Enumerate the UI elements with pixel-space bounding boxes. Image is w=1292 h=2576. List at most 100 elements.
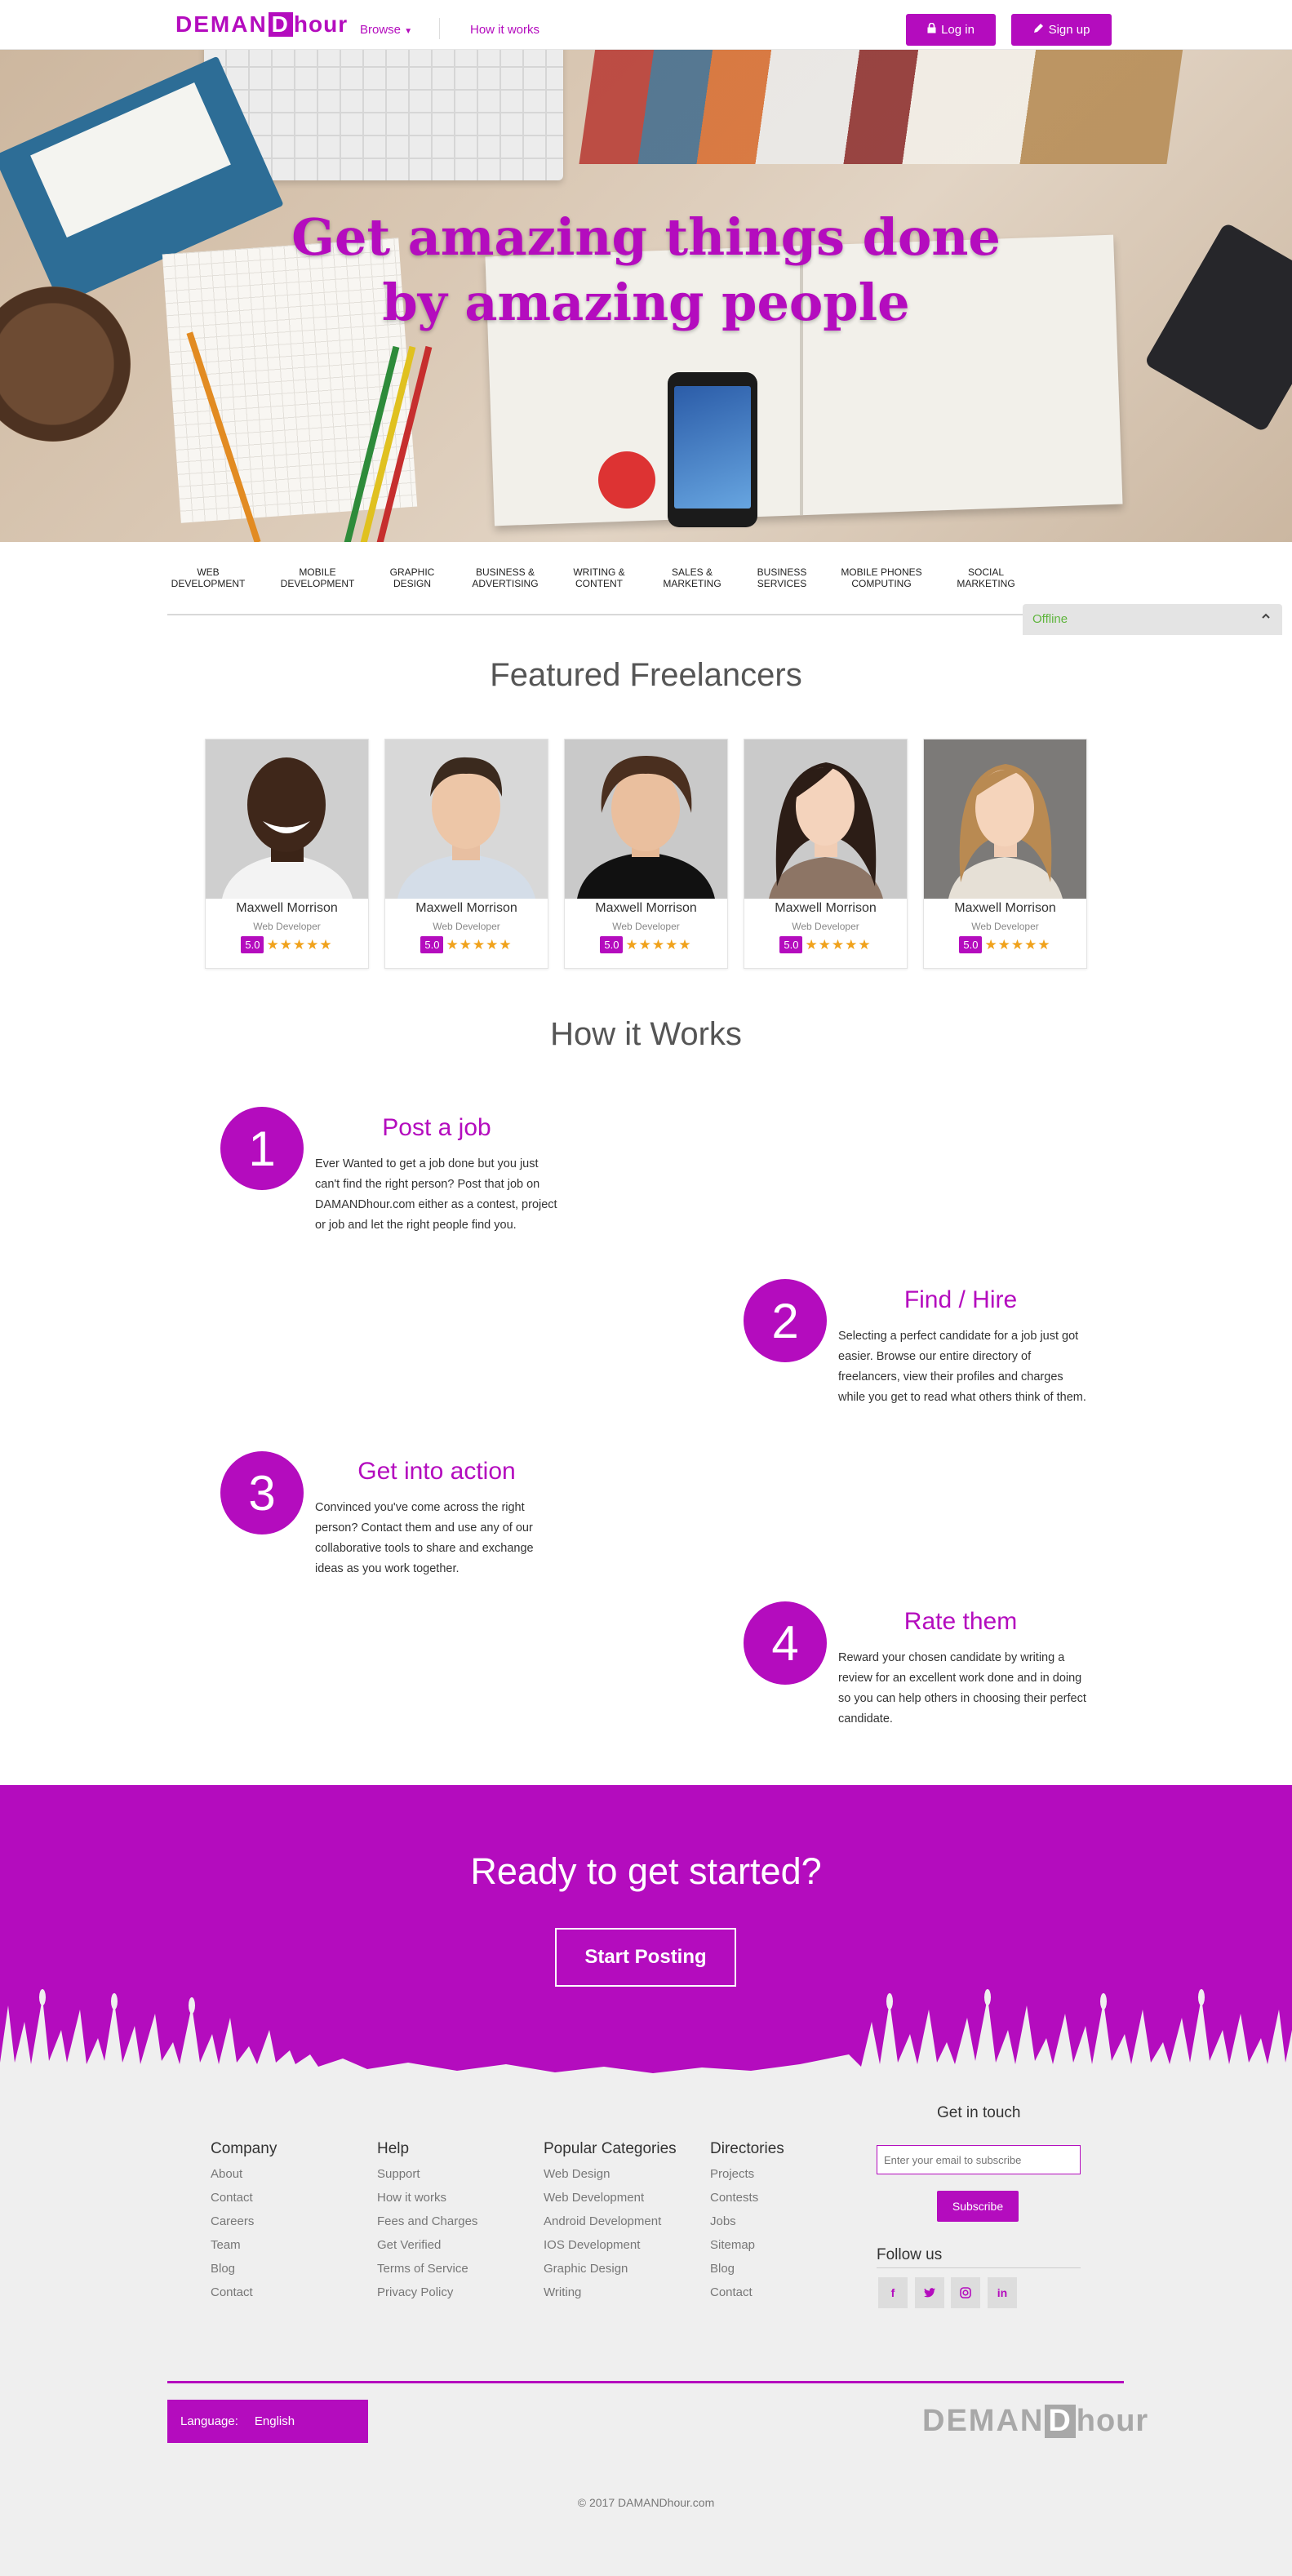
freelancer-photo bbox=[206, 739, 368, 899]
footer-link[interactable]: Careers bbox=[211, 2214, 254, 2228]
how-it-works-link[interactable]: How it works bbox=[470, 23, 539, 37]
star-rating-icon: ★★★★★ bbox=[984, 936, 1051, 953]
footer-logo[interactable]: DEMAN Dhour bbox=[922, 2404, 1148, 2439]
rating-badge: 5.0 bbox=[420, 936, 444, 953]
freelancer-photo bbox=[924, 739, 1086, 899]
rating-badge: 5.0 bbox=[779, 936, 803, 953]
footer-link[interactable]: Contests bbox=[710, 2191, 758, 2205]
footer-link[interactable]: Web Design bbox=[544, 2167, 610, 2181]
freelancer-card[interactable]: Maxwell Morrison Web Developer 5.0 ★★★★★ bbox=[205, 739, 369, 969]
footer-link[interactable]: Blog bbox=[211, 2262, 235, 2276]
footer-link[interactable]: Projects bbox=[710, 2167, 754, 2181]
step-description: Convinced you've come across the right p… bbox=[315, 1501, 534, 1575]
footer-link[interactable]: Contact bbox=[211, 2191, 253, 2205]
language-value: English bbox=[254, 2414, 295, 2428]
step-title: Rate them bbox=[904, 1608, 1018, 1635]
star-rating-icon: ★★★★★ bbox=[446, 936, 513, 953]
footer-link[interactable]: Contact bbox=[710, 2285, 753, 2299]
freelancer-card[interactable]: Maxwell Morrison Web Developer 5.0 ★★★★★ bbox=[564, 739, 728, 969]
pencil-icon bbox=[1033, 23, 1044, 37]
footer-column-title: Popular Categories bbox=[544, 2140, 677, 2157]
rating: 5.0 ★★★★★ bbox=[565, 936, 727, 953]
footer-link[interactable]: Android Development bbox=[544, 2214, 661, 2228]
category-writing-content[interactable]: WRITING & CONTENT bbox=[554, 566, 644, 589]
footer-link[interactable]: Graphic Design bbox=[544, 2262, 628, 2276]
footer-link[interactable]: Terms of Service bbox=[377, 2262, 468, 2276]
lock-icon bbox=[927, 22, 936, 37]
rating: 5.0 ★★★★★ bbox=[385, 936, 548, 953]
category-social-marketing[interactable]: SOCIAL MARKETING bbox=[941, 566, 1031, 589]
category-nav: WEB DEVELOPMENT MOBILE DEVELOPMENT GRAPHIC… bbox=[167, 542, 1124, 615]
hero-headline: Get amazing things done by amazing peopl… bbox=[291, 207, 1001, 332]
freelancer-card[interactable]: Maxwell Morrison Web Developer 5.0 ★★★★★ bbox=[923, 739, 1087, 969]
chat-status: Offline bbox=[1032, 612, 1068, 626]
step-description: Selecting a perfect candidate for a job … bbox=[838, 1330, 1086, 1404]
facebook-icon[interactable]: f bbox=[878, 2277, 908, 2308]
footer-link[interactable]: IOS Development bbox=[544, 2238, 640, 2252]
category-mobile-phones-computing[interactable]: MOBILE PHONES COMPUTING bbox=[837, 566, 926, 589]
footer-divider bbox=[167, 2381, 1124, 2383]
follow-us-heading: Follow us bbox=[877, 2246, 943, 2263]
step-number-badge: 1 bbox=[220, 1107, 304, 1190]
linkedin-icon[interactable]: in bbox=[988, 2277, 1017, 2308]
footer-column-title: Directories bbox=[710, 2140, 784, 2157]
footer-link[interactable]: How it works bbox=[377, 2191, 446, 2205]
footer-link[interactable]: Blog bbox=[710, 2262, 735, 2276]
newsletter-email-input[interactable] bbox=[877, 2145, 1081, 2174]
rating: 5.0 ★★★★★ bbox=[924, 936, 1086, 953]
rating: 5.0 ★★★★★ bbox=[744, 936, 907, 953]
chat-widget[interactable]: Offline bbox=[1023, 604, 1282, 635]
hero-banner: Get amazing things done by amazing peopl… bbox=[0, 50, 1292, 542]
footer-link[interactable]: Support bbox=[377, 2167, 420, 2181]
freelancer-photo bbox=[385, 739, 548, 899]
category-business-services[interactable]: BUSINESS SERVICES bbox=[737, 566, 827, 589]
step-title: Get into action bbox=[357, 1458, 516, 1485]
top-navbar: DEMAN Dhour Browse ▼ How it works Log in … bbox=[0, 0, 1292, 50]
browse-dropdown[interactable]: Browse ▼ bbox=[360, 23, 412, 37]
hero-books-photo bbox=[579, 50, 1184, 164]
footer-link[interactable]: Privacy Policy bbox=[377, 2285, 453, 2299]
freelancer-card[interactable]: Maxwell Morrison Web Developer 5.0 ★★★★★ bbox=[384, 739, 548, 969]
footer-link[interactable]: Writing bbox=[544, 2285, 581, 2299]
step-title: Post a job bbox=[382, 1114, 491, 1141]
category-web-development[interactable]: WEB DEVELOPMENT bbox=[163, 566, 253, 589]
signup-button[interactable]: Sign up bbox=[1011, 14, 1112, 46]
rating-badge: 5.0 bbox=[959, 936, 983, 953]
featured-freelancers-heading: Featured Freelancers bbox=[490, 657, 802, 693]
footer-link[interactable]: Contact bbox=[211, 2285, 253, 2299]
freelancer-card[interactable]: Maxwell Morrison Web Developer 5.0 ★★★★★ bbox=[744, 739, 908, 969]
rating: 5.0 ★★★★★ bbox=[206, 936, 368, 953]
freelancer-photo bbox=[744, 739, 907, 899]
cta-heading: Ready to get started? bbox=[470, 1850, 822, 1892]
footer-link[interactable]: Team bbox=[211, 2238, 241, 2252]
footer-link[interactable]: Sitemap bbox=[710, 2238, 755, 2252]
step-number-badge: 2 bbox=[744, 1279, 827, 1362]
step-title: Find / Hire bbox=[904, 1286, 1018, 1313]
category-business-advertising[interactable]: BUSINESS & ADVERTISING bbox=[460, 566, 550, 589]
star-rating-icon: ★★★★★ bbox=[266, 936, 333, 953]
footer-link[interactable]: About bbox=[211, 2167, 242, 2181]
rating-badge: 5.0 bbox=[241, 936, 264, 953]
footer-link[interactable]: Get Verified bbox=[377, 2238, 441, 2252]
login-button[interactable]: Log in bbox=[906, 14, 996, 46]
category-graphic-design[interactable]: GRAPHIC DESIGN bbox=[367, 566, 457, 589]
freelancer-photo bbox=[565, 739, 727, 899]
hero-phone-screen bbox=[674, 386, 751, 509]
step-number-badge: 3 bbox=[220, 1451, 304, 1534]
subscribe-button[interactable]: Subscribe bbox=[937, 2191, 1019, 2222]
hero-logo-sticker bbox=[598, 451, 655, 509]
step-description: Reward your chosen candidate by writing … bbox=[838, 1651, 1086, 1725]
language-selector[interactable]: Language: English bbox=[167, 2400, 368, 2443]
footer-column-title: Company bbox=[211, 2140, 277, 2157]
instagram-icon[interactable] bbox=[951, 2277, 980, 2308]
twitter-icon[interactable] bbox=[915, 2277, 944, 2308]
category-mobile-development[interactable]: MOBILE DEVELOPMENT bbox=[273, 566, 362, 589]
site-logo[interactable]: DEMAN Dhour bbox=[175, 11, 348, 38]
copyright-text: © 2017 DAMANDhour.com bbox=[577, 2496, 715, 2509]
footer-link[interactable]: Jobs bbox=[710, 2214, 736, 2228]
category-sales-marketing[interactable]: SALES & MARKETING bbox=[647, 566, 737, 589]
footer-link[interactable]: Web Development bbox=[544, 2191, 644, 2205]
chevron-up-icon[interactable] bbox=[1261, 611, 1271, 624]
footer-link[interactable]: Fees and Charges bbox=[377, 2214, 477, 2228]
divider bbox=[877, 2267, 1081, 2268]
